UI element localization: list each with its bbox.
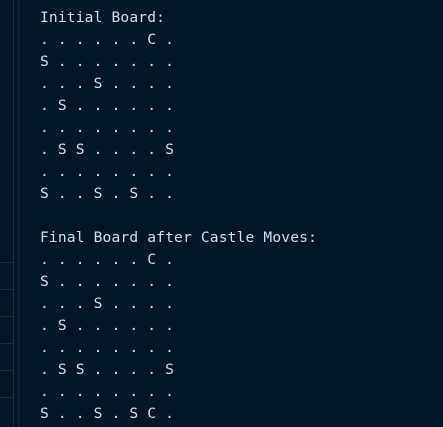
scroll-gutter xyxy=(18,0,20,427)
terminal-output: Initial Board: . . . . . . C . S . . . .… xyxy=(40,7,317,425)
gutter-tick xyxy=(0,316,13,317)
gutter-tick xyxy=(0,397,13,398)
gutter-tick xyxy=(0,262,13,263)
board-row: . . . . . . C . xyxy=(40,31,175,48)
gutter-divider xyxy=(13,0,14,427)
board-row: . . . . . . . . xyxy=(40,339,175,356)
initial-board-title: Initial Board: xyxy=(40,9,166,26)
board-row: . . . S . . . . xyxy=(40,295,175,312)
board-row: S . . S . S C . xyxy=(40,405,175,422)
gutter-tick xyxy=(0,289,13,290)
board-row: S . . S . S . . xyxy=(40,185,175,202)
gutter-tick xyxy=(0,370,13,371)
board-row: . . . . . . . . xyxy=(40,119,175,136)
board-row: S . . . . . . . xyxy=(40,273,175,290)
gutter-tick xyxy=(0,343,13,344)
board-row: . S S . . . . S xyxy=(40,141,175,158)
board-row: . . . . . . . . xyxy=(40,163,175,180)
board-row: . . . . . . . . xyxy=(40,383,175,400)
board-row: S . . . . . . . xyxy=(40,53,175,70)
board-row: . S S . . . . S xyxy=(40,361,175,378)
final-board-title: Final Board after Castle Moves: xyxy=(40,229,318,246)
board-row: . . . S . . . . xyxy=(40,75,175,92)
board-row: . S . . . . . . xyxy=(40,97,175,114)
board-row: . . . . . . C . xyxy=(40,251,175,268)
board-row: . S . . . . . . xyxy=(40,317,175,334)
